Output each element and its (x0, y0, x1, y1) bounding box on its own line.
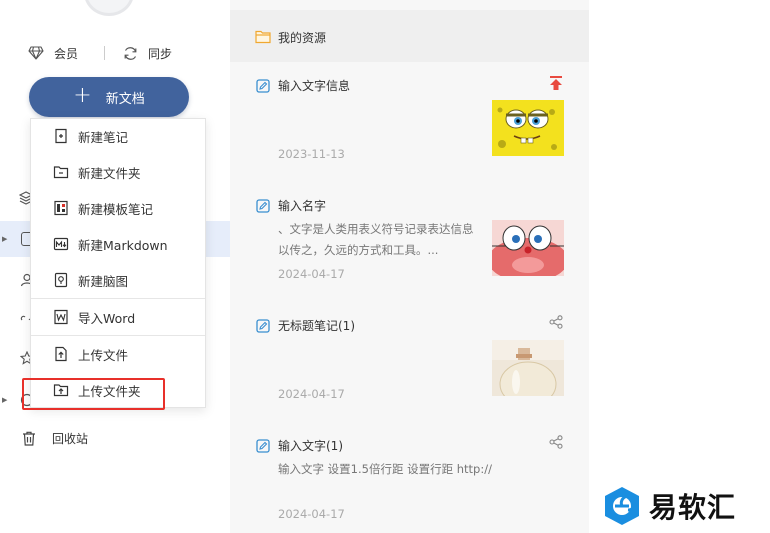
sync-link[interactable]: 同步 (123, 45, 172, 62)
note-thumbnail (492, 100, 564, 156)
menu-item-new-folder[interactable]: 新建文件夹 (31, 157, 205, 187)
menu-item-template-note[interactable]: 新建模板笔记 (31, 193, 205, 223)
member-link[interactable]: 会员 (28, 45, 78, 62)
menu-item-upload-file[interactable]: 上传文件 (31, 339, 205, 369)
editor-area (589, 0, 770, 533)
menu-item-upload-folder[interactable]: 上传文件夹 (31, 375, 205, 405)
member-label: 会员 (54, 46, 79, 61)
mindmap-icon (54, 272, 68, 288)
upload-folder-icon (53, 384, 69, 397)
folder-icon (255, 30, 271, 44)
menu-item-new-mindmap[interactable]: 新建脑图 (31, 265, 205, 295)
note-date: 2024-04-17 (278, 267, 345, 281)
sync-icon (124, 46, 137, 60)
yellow-cartoon-image (492, 100, 564, 156)
note-icon (256, 79, 270, 93)
note-excerpt: 输入文字 设置1.5倍行距 设置行距 http:// (278, 462, 492, 476)
divider (104, 46, 106, 60)
share-icon[interactable] (549, 435, 563, 449)
share-icon[interactable] (549, 315, 563, 329)
note-title: 无标题笔记(1) (278, 319, 355, 333)
note-thumbnail (492, 220, 564, 276)
new-document-label: 新文档 (105, 91, 145, 107)
note-title: 输入名字 (278, 199, 327, 213)
list-header-title: 我的资源 (278, 31, 327, 45)
new-document-button[interactable]: + 新文档 (29, 77, 189, 117)
watermark-e-icon (605, 487, 639, 525)
glass-bottle-image (492, 340, 564, 396)
upload-file-icon (55, 346, 67, 362)
note-icon (256, 439, 270, 453)
watermark-logo: 易软汇 (603, 486, 736, 526)
new-document-menu: 新建笔记 新建文件夹 新建模板笔记 新建Markdown 新建脑图 导入Word… (30, 118, 206, 408)
account-links: 会员 同步 (28, 44, 172, 62)
sidebar-item-layers[interactable] (0, 180, 33, 216)
note-icon (256, 199, 270, 213)
plus-icon: + (73, 83, 92, 108)
trash-item[interactable]: 回收站 (22, 430, 88, 447)
menu-divider (31, 298, 205, 299)
cartoon-cat-image (492, 220, 564, 276)
template-note-icon (54, 200, 68, 216)
note-list: 我的资源 输入文字信息 2023-11-13 输入名字 、文字是人类用表义符号记… (230, 0, 589, 533)
menu-item-import-word[interactable]: 导入Word (31, 302, 205, 332)
expand-caret-icon: ▶ (2, 396, 8, 404)
note-title: 输入文字信息 (278, 79, 351, 93)
sync-label: 同步 (148, 46, 173, 61)
new-note-icon (55, 128, 67, 144)
note-excerpt: 、文字是人类用表义符号记录表达信息以传之，久远的方式和工具。... (278, 222, 474, 257)
sidebar-item-starred[interactable] (0, 340, 34, 376)
avatar[interactable] (84, 0, 134, 16)
note-date: 2024-04-17 (278, 387, 345, 401)
expand-caret-icon: ▶ (2, 235, 8, 243)
menu-item-new-note[interactable]: 新建笔记 (31, 121, 205, 151)
list-header: 我的资源 (230, 10, 589, 62)
diamond-icon (28, 46, 44, 60)
menu-item-new-markdown[interactable]: 新建Markdown (31, 229, 205, 259)
import-word-icon (54, 309, 68, 325)
note-icon (256, 319, 270, 333)
menu-divider (31, 335, 205, 336)
sidebar-item-tags[interactable]: ▶ (0, 382, 34, 418)
sidebar-item-shared[interactable] (0, 300, 34, 336)
note-date: 2024-04-17 (278, 507, 345, 521)
watermark-text: 易软汇 (649, 491, 737, 524)
trash-label: 回收站 (52, 432, 89, 446)
new-folder-icon (53, 166, 69, 179)
sidebar-item-contacts[interactable] (0, 262, 34, 298)
note-date: 2023-11-13 (278, 147, 345, 161)
markdown-icon (53, 237, 69, 251)
trash-icon (23, 431, 35, 446)
note-thumbnail (492, 340, 564, 396)
pin-top-icon[interactable] (549, 75, 563, 91)
note-title: 输入文字(1) (278, 439, 343, 453)
